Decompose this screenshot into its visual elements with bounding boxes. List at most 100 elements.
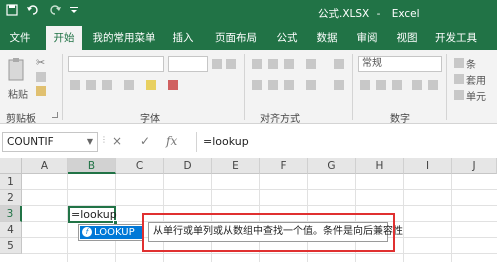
wrap-text-icon[interactable]: [334, 59, 344, 69]
format-as-table-icon[interactable]: [454, 74, 464, 84]
font-name-box[interactable]: [68, 56, 164, 72]
row-header-1[interactable]: 1: [0, 174, 22, 190]
cut-icon[interactable]: ✂: [36, 56, 45, 69]
font-group-label: 字体: [140, 114, 160, 125]
number-group-label: 数字: [390, 114, 410, 125]
autocomplete-item-label: LOOKUP: [94, 227, 135, 238]
align-middle-icon[interactable]: [268, 59, 278, 69]
gridline: [403, 174, 404, 262]
decrease-font-icon[interactable]: [226, 59, 236, 69]
row-header-4[interactable]: 4: [0, 222, 22, 238]
row-header-3[interactable]: 3: [0, 206, 22, 222]
name-box-value: COUNTIF: [7, 136, 54, 148]
enter-icon[interactable]: ✓: [140, 134, 150, 148]
fill-color-icon[interactable]: [146, 80, 156, 90]
select-all-corner[interactable]: [0, 158, 22, 174]
fx-icon[interactable]: fx: [166, 134, 177, 148]
column-header-a[interactable]: A: [22, 158, 68, 174]
format-as-table-label[interactable]: 套用: [466, 72, 486, 87]
cell-styles-label[interactable]: 单元: [466, 88, 486, 103]
column-header-d[interactable]: D: [164, 158, 212, 174]
gridline: [451, 174, 452, 262]
cancel-icon[interactable]: ×: [112, 134, 122, 148]
undo-icon[interactable]: [26, 4, 40, 19]
conditional-format-icon[interactable]: [454, 58, 464, 68]
align-bottom-icon[interactable]: [284, 59, 294, 69]
chevron-down-icon[interactable]: ▼: [87, 133, 93, 151]
gridline: [259, 174, 260, 262]
column-header-j[interactable]: J: [452, 158, 497, 174]
currency-icon[interactable]: [360, 80, 370, 90]
tab-home[interactable]: 开始: [46, 26, 82, 50]
indent-icon[interactable]: [306, 80, 316, 90]
tab-insert[interactable]: 插入: [166, 26, 200, 50]
cell-styles-icon[interactable]: [454, 90, 464, 100]
border-icon[interactable]: [124, 80, 134, 90]
comma-style-icon[interactable]: [392, 80, 402, 90]
autocomplete-item-lookup[interactable]: f LOOKUP: [80, 226, 142, 239]
increase-font-icon[interactable]: [212, 59, 222, 69]
divider: [446, 54, 447, 120]
function-autocomplete: f LOOKUP: [78, 224, 144, 241]
title-bar: 公式.XLSX - Excel: [0, 0, 497, 26]
copy-icon[interactable]: [36, 72, 46, 82]
formula-input[interactable]: =lookup: [196, 132, 497, 152]
column-header-g[interactable]: G: [308, 158, 356, 174]
column-header-f[interactable]: F: [260, 158, 308, 174]
bold-icon[interactable]: [70, 80, 80, 90]
divider: [62, 54, 63, 120]
tab-formulas[interactable]: 公式: [270, 26, 304, 50]
merge-center-icon[interactable]: [334, 80, 344, 90]
column-header-e[interactable]: E: [212, 158, 260, 174]
orientation-icon[interactable]: [306, 59, 316, 69]
paste-icon: [8, 58, 24, 81]
quick-access-toolbar: [6, 4, 78, 19]
gridline: [211, 174, 212, 262]
clipboard-launcher-icon[interactable]: [52, 112, 58, 118]
align-left-icon[interactable]: [252, 80, 262, 90]
column-header-b[interactable]: B: [68, 158, 116, 174]
row-header-5[interactable]: 5: [0, 238, 22, 254]
column-header-h[interactable]: H: [356, 158, 404, 174]
align-top-icon[interactable]: [252, 59, 262, 69]
align-right-icon[interactable]: [284, 80, 294, 90]
tab-view[interactable]: 视图: [390, 26, 424, 50]
redo-icon[interactable]: [48, 4, 62, 19]
divider: [244, 54, 245, 120]
conditional-format-label[interactable]: 条: [466, 56, 476, 71]
divider: [352, 54, 353, 120]
align-center-icon[interactable]: [268, 80, 278, 90]
row-header-2[interactable]: 2: [0, 190, 22, 206]
tab-page-layout[interactable]: 页面布局: [208, 26, 264, 50]
ribbon-tabs: 文件 开始 我的常用菜单 插入 页面布局 公式 数据 审阅 视图 开发工具: [0, 26, 497, 50]
tab-file[interactable]: 文件: [4, 26, 36, 50]
percent-icon[interactable]: [376, 80, 386, 90]
tab-developer[interactable]: 开发工具: [428, 26, 484, 50]
number-format-select[interactable]: 常规: [358, 56, 442, 72]
font-size-box[interactable]: [168, 56, 208, 72]
save-icon[interactable]: [6, 4, 18, 19]
formula-bar: COUNTIF ▼ ⋮ × ✓ fx =lookup: [0, 131, 497, 153]
italic-icon[interactable]: [86, 80, 96, 90]
tab-data[interactable]: 数据: [310, 26, 344, 50]
column-header-c[interactable]: C: [116, 158, 164, 174]
paste-button[interactable]: [6, 56, 28, 86]
tab-my-menu[interactable]: 我的常用菜单: [88, 26, 160, 50]
clipboard-group-label: 剪贴板: [6, 114, 36, 125]
column-header-i[interactable]: I: [404, 158, 452, 174]
formula-buttons: × ✓ fx: [104, 132, 188, 152]
font-color-icon[interactable]: [168, 80, 178, 90]
decrease-decimal-icon[interactable]: [428, 80, 438, 90]
file-name: 公式.XLSX: [318, 8, 370, 20]
underline-icon[interactable]: [102, 80, 112, 90]
app-name: Excel: [391, 8, 420, 20]
title-separator: -: [376, 8, 381, 20]
increase-decimal-icon[interactable]: [412, 80, 422, 90]
customize-qat-icon[interactable]: [70, 5, 78, 18]
function-tooltip: 从单行或单列或从数组中查找一个值。条件是向后兼容性: [148, 222, 403, 242]
active-cell-b3[interactable]: =lookup: [68, 206, 117, 223]
name-box[interactable]: COUNTIF ▼: [2, 132, 98, 152]
tab-review[interactable]: 审阅: [350, 26, 384, 50]
format-painter-icon[interactable]: [36, 86, 46, 96]
gridline: [163, 174, 164, 262]
